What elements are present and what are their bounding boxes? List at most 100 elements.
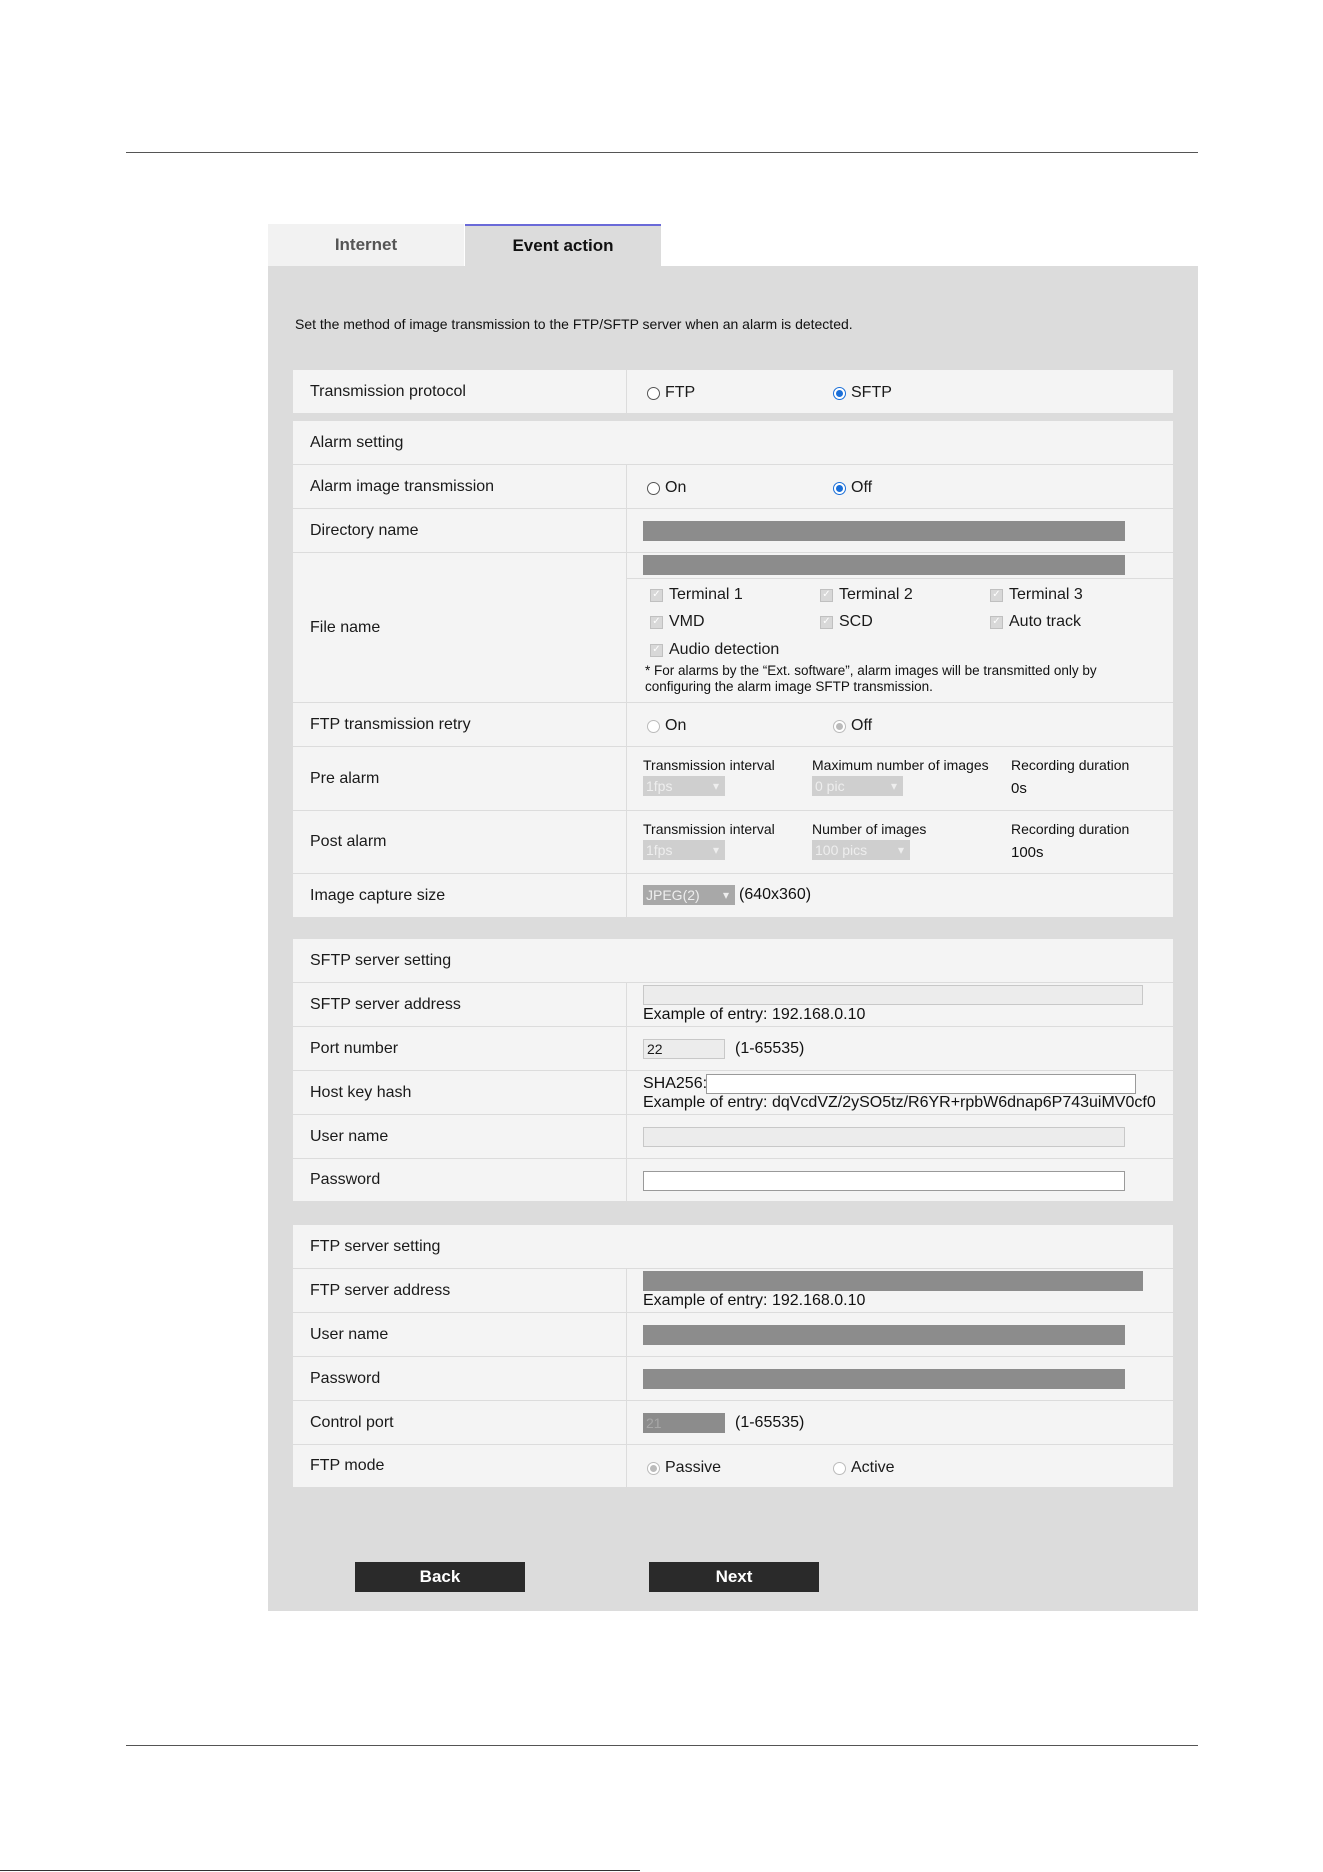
checkbox-checked-icon: ✓: [990, 615, 1003, 629]
chevron-down-icon: ▾: [897, 843, 904, 857]
ftp-mode-label: FTP mode: [293, 1445, 627, 1487]
control-port-input[interactable]: 21: [643, 1413, 725, 1433]
back-button[interactable]: Back: [355, 1562, 525, 1592]
port-input[interactable]: 22: [643, 1039, 725, 1059]
post-num-select[interactable]: 100 pics ▾: [812, 840, 910, 860]
chevron-down-icon: ▾: [722, 888, 729, 902]
footnote-rule: [0, 1870, 640, 1871]
pre-interval-label: Transmission interval: [643, 757, 775, 773]
radio-icon: [647, 481, 660, 495]
port-row: Port number 22 (1-65535): [293, 1027, 1173, 1071]
ftp-user-input[interactable]: [643, 1325, 1125, 1345]
tab-internet[interactable]: Internet: [268, 224, 464, 266]
protocol-ftp-radio[interactable]: FTP: [647, 384, 695, 402]
radio-icon: [647, 386, 660, 400]
ftp-address-example: Example of entry: 192.168.0.10: [643, 1292, 866, 1309]
sftp-password-input[interactable]: [643, 1171, 1125, 1191]
pre-max-select[interactable]: 0 pic ▾: [812, 776, 903, 796]
ftp-address-label: FTP server address: [293, 1269, 627, 1312]
pre-alarm-label: Pre alarm: [293, 747, 627, 810]
ftp-mode-passive-radio[interactable]: Passive: [647, 1459, 721, 1477]
ftp-address-input[interactable]: [643, 1271, 1143, 1291]
post-interval-label: Transmission interval: [643, 821, 775, 837]
ext-software-note: * For alarms by the “Ext. software”, ala…: [645, 663, 1097, 694]
ftp-retry-on-radio[interactable]: On: [647, 717, 686, 735]
control-port-row: Control port 21 (1-65535): [293, 1401, 1173, 1445]
sftp-address-row: SFTP server address Example of entry: 19…: [293, 983, 1173, 1027]
sftp-address-label: SFTP server address: [293, 983, 627, 1026]
sftp-password-row: Password: [293, 1159, 1173, 1202]
radio-selected-icon: [833, 386, 846, 400]
terminal3-checkbox[interactable]: ✓ Terminal 3: [990, 586, 1083, 604]
checkbox-checked-icon: ✓: [650, 615, 663, 629]
port-range: (1-65535): [735, 1040, 805, 1057]
ftp-section: FTP server setting FTP server address Ex…: [293, 1225, 1173, 1488]
tab-event-action[interactable]: Event action: [465, 224, 661, 266]
alarm-image-on-radio[interactable]: On: [647, 479, 686, 497]
ftp-user-row: User name: [293, 1313, 1173, 1357]
directory-input[interactable]: [643, 521, 1125, 541]
file-name-label: File name: [293, 553, 627, 702]
vmd-checkbox[interactable]: ✓ VMD: [650, 613, 705, 631]
protocol-label: Transmission protocol: [293, 370, 627, 413]
directory-label: Directory name: [293, 509, 627, 552]
alarm-image-off-radio[interactable]: Off: [833, 479, 872, 497]
ftp-retry-label: FTP transmission retry: [293, 703, 627, 746]
scd-checkbox[interactable]: ✓ SCD: [820, 613, 873, 631]
control-port-range: (1-65535): [735, 1414, 805, 1431]
post-num-label: Number of images: [812, 821, 927, 837]
post-alarm-label: Post alarm: [293, 811, 627, 873]
sftp-section: SFTP server setting SFTP server address …: [293, 939, 1173, 1202]
chevron-down-icon: ▾: [712, 843, 719, 857]
terminal1-checkbox[interactable]: ✓ Terminal 1: [650, 586, 743, 604]
ftp-mode-active-radio[interactable]: Active: [833, 1459, 895, 1477]
alarm-image-label: Alarm image transmission: [293, 465, 627, 508]
audio-detection-checkbox[interactable]: ✓ Audio detection: [650, 641, 779, 659]
file-name-input[interactable]: [643, 555, 1125, 575]
pre-duration-value: 0s: [1011, 780, 1027, 797]
alarm-image-row: Alarm image transmission On Off: [293, 465, 1173, 509]
ftp-password-label: Password: [293, 1357, 627, 1400]
ftp-header-row: FTP server setting: [293, 1225, 1173, 1269]
next-button[interactable]: Next: [649, 1562, 819, 1592]
sftp-address-input[interactable]: [643, 985, 1143, 1005]
protocol-sftp-radio[interactable]: SFTP: [833, 384, 892, 402]
ftp-password-row: Password: [293, 1357, 1173, 1401]
host-key-label: Host key hash: [293, 1071, 627, 1114]
alarm-header-row: Alarm setting: [293, 421, 1173, 465]
pre-interval-select[interactable]: 1fps ▾: [643, 776, 725, 796]
radio-selected-icon: [647, 1461, 660, 1475]
protocol-section: Transmission protocol FTP SFTP: [293, 370, 1173, 414]
post-interval-select[interactable]: 1fps ▾: [643, 840, 725, 860]
checkbox-checked-icon: ✓: [820, 588, 833, 602]
pre-duration-label: Recording duration: [1011, 757, 1130, 773]
directory-row: Directory name: [293, 509, 1173, 553]
sftp-password-label: Password: [293, 1159, 627, 1201]
ftp-retry-off-radio[interactable]: Off: [833, 717, 872, 735]
checkbox-checked-icon: ✓: [650, 588, 663, 602]
chevron-down-icon: ▾: [712, 779, 719, 793]
divider: [627, 578, 1173, 579]
radio-selected-icon: [833, 719, 846, 733]
sftp-user-input[interactable]: [643, 1127, 1125, 1147]
post-alarm-row: Post alarm Transmission interval 1fps ▾ N…: [293, 811, 1173, 874]
host-key-prefix: SHA256:: [643, 1075, 708, 1092]
host-key-input[interactable]: [706, 1074, 1136, 1094]
post-duration-value: 100s: [1011, 844, 1044, 861]
ftp-mode-row: FTP mode Passive Active: [293, 1445, 1173, 1488]
intro-text: Set the method of image transmission to …: [295, 316, 853, 332]
capture-resolution: (640x360): [739, 886, 812, 903]
radio-selected-icon: [833, 481, 846, 495]
bottom-rule: [126, 1745, 1198, 1746]
control-port-label: Control port: [293, 1401, 627, 1444]
protocol-row: Transmission protocol FTP SFTP: [293, 370, 1173, 414]
checkbox-checked-icon: ✓: [820, 615, 833, 629]
alarm-section: Alarm setting Alarm image transmission O…: [293, 421, 1173, 918]
post-duration-label: Recording duration: [1011, 821, 1130, 837]
alarm-header: Alarm setting: [310, 433, 404, 451]
tab-bar: Internet Event action: [268, 224, 661, 266]
terminal2-checkbox[interactable]: ✓ Terminal 2: [820, 586, 913, 604]
capture-size-select[interactable]: JPEG(2) ▾: [643, 885, 735, 905]
auto-track-checkbox[interactable]: ✓ Auto track: [990, 613, 1081, 631]
ftp-password-input[interactable]: [643, 1369, 1125, 1389]
